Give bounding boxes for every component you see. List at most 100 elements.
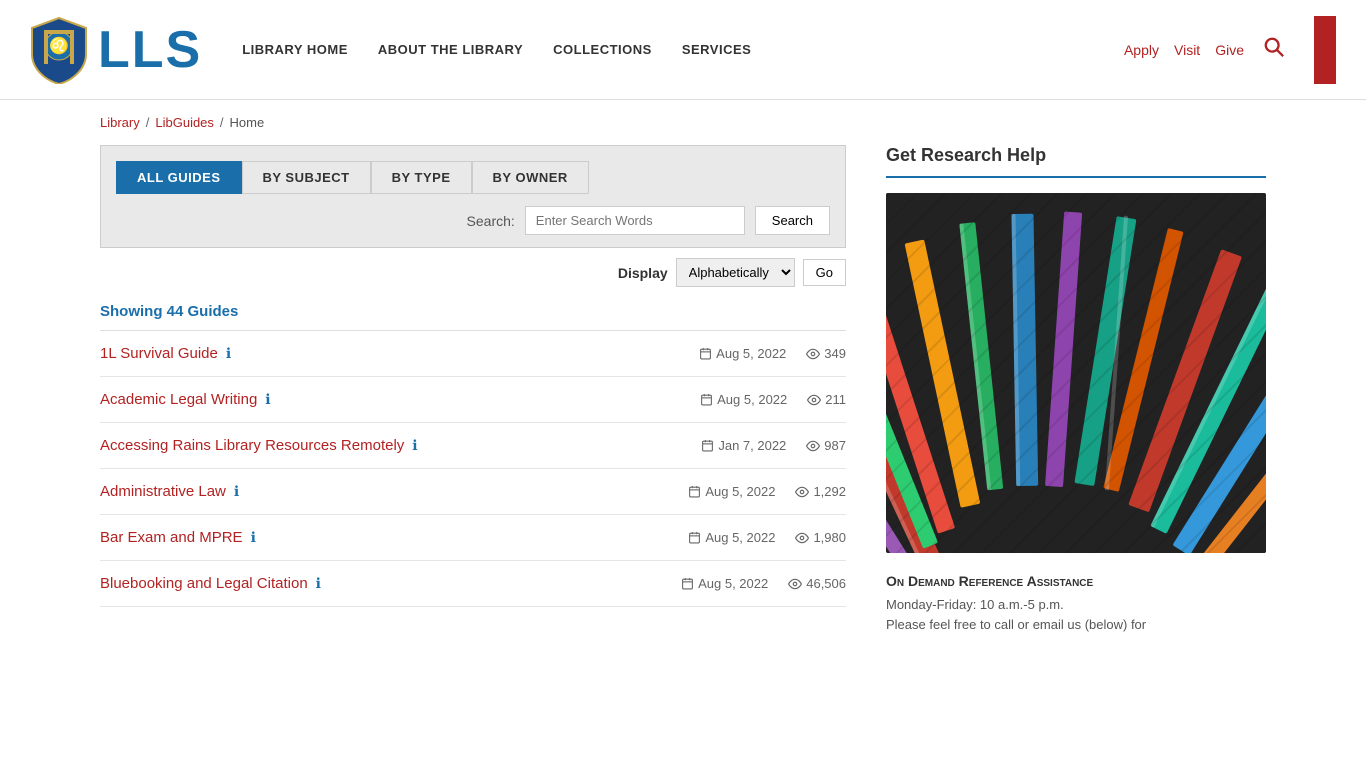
svg-text:♌: ♌ xyxy=(49,36,69,55)
logo-shield-icon: ♌ xyxy=(30,16,88,84)
guide-views: 987 xyxy=(806,438,846,453)
guide-date: Aug 5, 2022 xyxy=(681,576,768,591)
info-icon[interactable]: ℹ xyxy=(265,391,270,408)
books-svg xyxy=(886,193,1266,553)
on-demand-text: Monday-Friday: 10 a.m.-5 p.m. Please fee… xyxy=(886,595,1266,634)
guide-left: Academic Legal Writing ℹ xyxy=(100,391,271,408)
tab-all-guides[interactable]: ALL GUIDES xyxy=(116,161,242,194)
showing-count: Showing 44 Guides xyxy=(100,297,846,331)
search-input[interactable] xyxy=(525,206,745,235)
search-button[interactable]: Search xyxy=(755,206,830,235)
guide-views: 211 xyxy=(807,392,846,407)
guide-views: 1,292 xyxy=(795,484,846,499)
nav-services[interactable]: Services xyxy=(682,42,752,57)
give-link[interactable]: Give xyxy=(1215,42,1244,58)
nav-about-library[interactable]: About the Library xyxy=(378,42,523,57)
breadcrumb-library[interactable]: Library xyxy=(100,115,140,130)
search-label: Search: xyxy=(467,213,515,229)
guide-link[interactable]: Administrative Law xyxy=(100,483,226,500)
search-bar: Search: Search xyxy=(100,194,846,248)
calendar-icon xyxy=(699,347,712,360)
guide-right: Jan 7, 2022 987 xyxy=(701,438,846,453)
tabs-container: ALL GUIDES BY SUBJECT BY TYPE BY OWNER xyxy=(100,145,846,194)
eye-icon xyxy=(806,439,820,453)
books-image xyxy=(886,193,1266,553)
display-label: Display xyxy=(618,265,668,281)
guide-views: 1,980 xyxy=(795,530,846,545)
main-content: ALL GUIDES BY SUBJECT BY TYPE BY OWNER S… xyxy=(0,145,1366,674)
apply-link[interactable]: Apply xyxy=(1124,42,1159,58)
calendar-icon xyxy=(700,393,713,406)
breadcrumb-libguides[interactable]: LibGuides xyxy=(155,115,214,130)
nav-library-home[interactable]: Library Home xyxy=(242,42,348,57)
guide-right: Aug 5, 2022 46,506 xyxy=(681,576,846,591)
guide-item: Administrative Law ℹ Aug 5, 2022 1,292 xyxy=(100,469,846,515)
display-row: Display Alphabetically By Date By Views … xyxy=(100,248,846,297)
breadcrumb-home: Home xyxy=(230,115,265,130)
guide-views: 349 xyxy=(806,346,846,361)
guide-right: Aug 5, 2022 211 xyxy=(700,392,846,407)
header-right: Apply Visit Give xyxy=(1124,16,1336,84)
guide-link[interactable]: 1L Survival Guide xyxy=(100,345,218,362)
visit-link[interactable]: Visit xyxy=(1174,42,1200,58)
eye-icon xyxy=(795,531,809,545)
guide-list: 1L Survival Guide ℹ Aug 5, 2022 349 xyxy=(100,331,846,607)
guide-date: Aug 5, 2022 xyxy=(700,392,787,407)
guide-left: Bluebooking and Legal Citation ℹ xyxy=(100,575,321,592)
guide-date: Aug 5, 2022 xyxy=(688,530,775,545)
guide-item: Academic Legal Writing ℹ Aug 5, 2022 211 xyxy=(100,377,846,423)
tab-by-owner[interactable]: BY OWNER xyxy=(472,161,589,194)
red-accent-bar xyxy=(1314,16,1336,84)
calendar-icon xyxy=(701,439,714,452)
eye-icon xyxy=(806,347,820,361)
breadcrumb-sep-1: / xyxy=(146,115,150,130)
guide-right: Aug 5, 2022 349 xyxy=(699,346,846,361)
guide-right: Aug 5, 2022 1,980 xyxy=(688,530,846,545)
guide-left: 1L Survival Guide ℹ xyxy=(100,345,231,362)
header-search-button[interactable] xyxy=(1259,32,1289,68)
logo-text: LLS xyxy=(98,20,202,80)
info-icon[interactable]: ℹ xyxy=(226,345,231,362)
guide-right: Aug 5, 2022 1,292 xyxy=(688,484,846,499)
breadcrumb-area: Library / LibGuides / Home xyxy=(0,100,1366,145)
guide-item: Bar Exam and MPRE ℹ Aug 5, 2022 1,980 xyxy=(100,515,846,561)
right-panel: Get Research Help xyxy=(886,145,1266,634)
get-help-title: Get Research Help xyxy=(886,145,1266,178)
guide-link[interactable]: Accessing Rains Library Resources Remote… xyxy=(100,437,404,454)
nav-collections[interactable]: Collections xyxy=(553,42,652,57)
logo-link[interactable]: ♌ LLS xyxy=(30,16,202,84)
info-icon[interactable]: ℹ xyxy=(412,437,417,454)
search-icon xyxy=(1263,36,1285,58)
guide-left: Administrative Law ℹ xyxy=(100,483,239,500)
left-panel: ALL GUIDES BY SUBJECT BY TYPE BY OWNER S… xyxy=(100,145,846,634)
eye-icon xyxy=(807,393,821,407)
calendar-icon xyxy=(688,531,701,544)
info-icon[interactable]: ℹ xyxy=(234,483,239,500)
guide-views: 46,506 xyxy=(788,576,846,591)
tab-by-subject[interactable]: BY SUBJECT xyxy=(242,161,371,194)
info-icon[interactable]: ℹ xyxy=(251,529,256,546)
guide-date: Jan 7, 2022 xyxy=(701,438,786,453)
on-demand-title: On Demand Reference Assistance xyxy=(886,573,1266,589)
guide-link[interactable]: Academic Legal Writing xyxy=(100,391,257,408)
display-select[interactable]: Alphabetically By Date By Views xyxy=(676,258,795,287)
breadcrumb: Library / LibGuides / Home xyxy=(100,115,1266,130)
breadcrumb-sep-2: / xyxy=(220,115,224,130)
guide-left: Accessing Rains Library Resources Remote… xyxy=(100,437,418,454)
guide-date: Aug 5, 2022 xyxy=(688,484,775,499)
guide-link[interactable]: Bar Exam and MPRE xyxy=(100,529,243,546)
calendar-icon xyxy=(681,577,694,590)
guide-item: Bluebooking and Legal Citation ℹ Aug 5, … xyxy=(100,561,846,607)
guide-link[interactable]: Bluebooking and Legal Citation xyxy=(100,575,308,592)
guide-item: Accessing Rains Library Resources Remote… xyxy=(100,423,846,469)
eye-icon xyxy=(795,485,809,499)
tab-by-type[interactable]: BY TYPE xyxy=(371,161,472,194)
info-icon[interactable]: ℹ xyxy=(316,575,321,592)
guide-date: Aug 5, 2022 xyxy=(699,346,786,361)
go-button[interactable]: Go xyxy=(803,259,846,286)
tabs: ALL GUIDES BY SUBJECT BY TYPE BY OWNER xyxy=(116,161,830,194)
main-nav: Library Home About the Library Collectio… xyxy=(242,42,1124,57)
calendar-icon xyxy=(688,485,701,498)
eye-icon xyxy=(788,577,802,591)
guide-left: Bar Exam and MPRE ℹ xyxy=(100,529,256,546)
